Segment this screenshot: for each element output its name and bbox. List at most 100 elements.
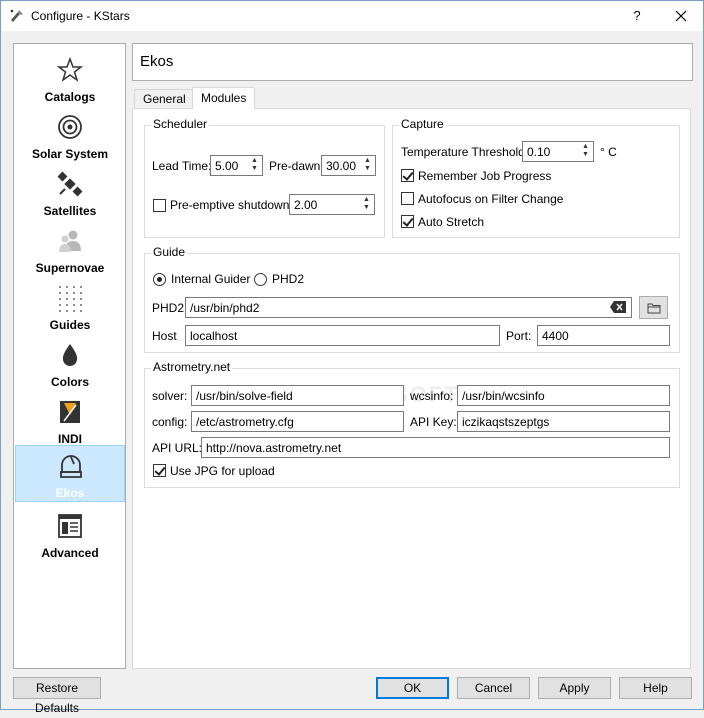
config-input[interactable]: /etc/astrometry.cfg	[191, 411, 404, 432]
lead-time-spinbox[interactable]: 5.00 ▲ ▼	[210, 155, 263, 176]
lead-time-value: 5.00	[215, 159, 239, 173]
spin-arrows[interactable]: ▲ ▼	[361, 157, 374, 174]
api-key-value: iczikaqstszeptgs	[462, 415, 550, 429]
use-jpg-checkbox[interactable]	[153, 464, 166, 477]
sidebar-item-solar-system[interactable]: Solar System	[15, 107, 125, 164]
internal-guider-label[interactable]: Internal Guider	[171, 272, 250, 286]
spin-down-icon[interactable]: ▼	[579, 151, 592, 159]
config-value: /etc/astrometry.cfg	[196, 415, 294, 429]
people-icon	[59, 230, 81, 252]
spin-up-icon[interactable]: ▲	[361, 157, 374, 165]
dome-icon	[60, 455, 82, 478]
remember-job-progress-label[interactable]: Remember Job Progress	[418, 169, 551, 183]
sidebar-item-supernovae[interactable]: Supernovae	[15, 221, 125, 278]
sidebar-item-label: INDI	[58, 432, 82, 446]
browse-phd2-button[interactable]	[639, 296, 668, 319]
solver-label: solver:	[152, 389, 188, 403]
preemptive-shutdown-label[interactable]: Pre-emptive shutdown	[170, 198, 289, 212]
spin-up-icon[interactable]: ▲	[248, 157, 261, 165]
clear-text-icon[interactable]	[610, 301, 626, 313]
pre-dawn-value: 30.00	[326, 159, 357, 173]
capture-group-title: Capture	[399, 117, 446, 131]
spin-up-icon[interactable]: ▲	[360, 196, 373, 204]
preemptive-value: 2.00	[294, 198, 318, 212]
satellite-icon	[57, 171, 83, 197]
tab-general[interactable]: General	[134, 89, 195, 109]
sidebar-item-advanced[interactable]: Advanced	[15, 506, 125, 563]
close-icon	[675, 10, 687, 22]
phd2-path-value: /usr/bin/phd2	[190, 301, 260, 315]
use-jpg-label[interactable]: Use JPG for upload	[170, 464, 275, 478]
solver-value: /usr/bin/solve-field	[196, 389, 293, 403]
window-title: Configure - KStars	[31, 9, 130, 23]
preemptive-shutdown-spinbox[interactable]: 2.00 ▲ ▼	[289, 194, 375, 215]
sidebar-item-label: Supernovae	[35, 261, 105, 275]
temperature-threshold-spinbox[interactable]: 0.10 ▲ ▼	[522, 141, 594, 162]
sidebar-item-label: Solar System	[31, 147, 109, 161]
astrometry-group-title: Astrometry.net	[151, 360, 233, 374]
phd2-radio[interactable]	[254, 273, 267, 286]
kstars-app-icon	[10, 9, 23, 22]
sidebar-item-guides[interactable]: Guides	[15, 278, 125, 335]
drop-icon	[62, 344, 78, 366]
page-list-sidebar: Catalogs Solar System Satellites Superno…	[13, 43, 126, 669]
page-title-box: Ekos	[132, 43, 693, 81]
phd2-path-label: PHD2	[152, 301, 185, 315]
spin-arrows[interactable]: ▲ ▼	[360, 196, 373, 213]
spin-down-icon[interactable]: ▼	[360, 204, 373, 212]
star-icon	[56, 56, 84, 82]
api-url-input[interactable]: http://nova.astrometry.net	[201, 437, 670, 458]
spin-down-icon[interactable]: ▼	[248, 165, 261, 173]
spin-arrows[interactable]: ▲ ▼	[579, 143, 592, 160]
api-url-label: API URL:	[152, 441, 203, 455]
temperature-threshold-value: 0.10	[527, 145, 551, 159]
pre-dawn-spinbox[interactable]: 30.00 ▲ ▼	[321, 155, 376, 176]
host-input[interactable]: localhost	[185, 325, 500, 346]
wcsinfo-label: wcsinfo:	[410, 389, 454, 403]
scheduler-group: Scheduler	[144, 117, 385, 238]
help-button[interactable]: Help	[619, 677, 692, 699]
cancel-button[interactable]: Cancel	[457, 677, 530, 699]
window-icon	[58, 514, 82, 538]
spin-arrows[interactable]: ▲ ▼	[248, 157, 261, 174]
wcsinfo-input[interactable]: /usr/bin/wcsinfo	[457, 385, 670, 406]
api-url-value: http://nova.astrometry.net	[206, 441, 342, 455]
phd2-path-input[interactable]: /usr/bin/phd2	[185, 297, 632, 318]
api-key-label: API Key:	[410, 415, 457, 429]
auto-stretch-checkbox[interactable]	[401, 215, 414, 228]
sidebar-item-catalogs[interactable]: Catalogs	[15, 50, 125, 107]
guide-group-title: Guide	[151, 245, 188, 259]
sidebar-item-colors[interactable]: Colors	[15, 335, 125, 392]
autofocus-filter-checkbox[interactable]	[401, 192, 414, 205]
preemptive-shutdown-checkbox[interactable]	[153, 199, 166, 212]
phd2-radio-label[interactable]: PHD2	[272, 272, 304, 286]
remember-job-progress-checkbox[interactable]	[401, 169, 414, 182]
internal-guider-radio[interactable]	[153, 273, 166, 286]
restore-defaults-button[interactable]: Restore Defaults	[13, 677, 101, 715]
auto-stretch-label[interactable]: Auto Stretch	[418, 215, 484, 229]
port-input[interactable]: 4400	[537, 325, 670, 346]
config-label: config:	[152, 415, 188, 429]
spin-up-icon[interactable]: ▲	[579, 143, 592, 151]
sidebar-item-label: Colors	[50, 375, 89, 389]
configure-window: Configure - KStars ? Catalogs Solar Syst…	[0, 0, 704, 715]
sidebar-item-satellites[interactable]: Satellites	[15, 164, 125, 221]
dots-grid-icon	[59, 286, 82, 312]
spin-down-icon[interactable]: ▼	[361, 165, 374, 173]
ok-button[interactable]: OK	[376, 677, 449, 699]
autofocus-filter-label[interactable]: Autofocus on Filter Change	[418, 192, 563, 206]
port-label: Port:	[506, 329, 532, 343]
folder-icon	[647, 303, 660, 314]
help-title-button[interactable]: ?	[625, 4, 649, 28]
sidebar-item-label: Guides	[49, 318, 91, 332]
api-key-input[interactable]: iczikaqstszeptgs	[457, 411, 670, 432]
solver-input[interactable]: /usr/bin/solve-field	[191, 385, 404, 406]
tab-modules[interactable]: Modules	[192, 87, 256, 109]
close-window-button[interactable]	[661, 4, 701, 28]
apply-button[interactable]: Apply	[538, 677, 611, 699]
sidebar-item-ekos[interactable]: Ekos	[15, 445, 125, 502]
sidebar-item-indi[interactable]: INDI	[15, 392, 125, 449]
lead-time-label: Lead Time:	[152, 159, 212, 173]
sidebar-item-label: Ekos	[55, 486, 85, 500]
sidebar-item-label: Advanced	[41, 546, 99, 560]
